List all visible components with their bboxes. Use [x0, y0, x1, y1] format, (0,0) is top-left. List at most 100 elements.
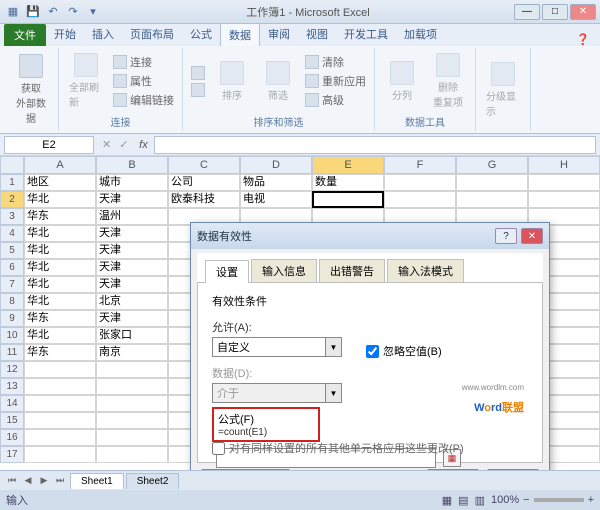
cell[interactable]: 数量: [312, 174, 384, 191]
save-icon[interactable]: 💾: [24, 3, 42, 21]
ignore-blank-checkbox[interactable]: 忽略空值(B): [366, 343, 442, 359]
menu-tab-0[interactable]: 开始: [46, 23, 84, 46]
get-external-data-button[interactable]: 获取 外部数据: [10, 52, 52, 127]
row-header[interactable]: 8: [0, 293, 24, 310]
remove-duplicates-button[interactable]: 删除 重复项: [427, 51, 469, 111]
cell[interactable]: 地区: [24, 174, 96, 191]
cell[interactable]: [528, 191, 600, 208]
column-header[interactable]: F: [384, 156, 456, 174]
advanced-button[interactable]: 高级: [303, 91, 368, 109]
cell[interactable]: 欧泰科技: [168, 191, 240, 208]
row-header[interactable]: 3: [0, 208, 24, 225]
filter-button[interactable]: 筛选: [257, 59, 299, 104]
menu-tab-8[interactable]: 加载项: [396, 23, 445, 46]
row-header[interactable]: 17: [0, 446, 24, 463]
sort-az-button[interactable]: [189, 65, 207, 81]
qat-dropdown-icon[interactable]: ▾: [84, 3, 102, 21]
row-header[interactable]: 11: [0, 344, 24, 361]
menu-tab-1[interactable]: 插入: [84, 23, 122, 46]
cell[interactable]: 华北: [24, 259, 96, 276]
cell[interactable]: 北京: [96, 293, 168, 310]
menu-tab-5[interactable]: 审阅: [260, 23, 298, 46]
cell[interactable]: 电视: [240, 191, 312, 208]
edit-links-button[interactable]: 编辑链接: [111, 91, 176, 109]
fx-cancel-icon[interactable]: ✕: [98, 138, 115, 151]
menu-tab-6[interactable]: 视图: [298, 23, 336, 46]
cell[interactable]: [96, 395, 168, 412]
text-to-columns-button[interactable]: 分列: [381, 59, 423, 104]
row-header[interactable]: 6: [0, 259, 24, 276]
cell[interactable]: 华北: [24, 225, 96, 242]
cell[interactable]: [312, 191, 384, 208]
cell[interactable]: 温州: [96, 208, 168, 225]
sort-button[interactable]: 排序: [211, 59, 253, 104]
fx-confirm-icon[interactable]: ✓: [115, 138, 132, 151]
properties-button[interactable]: 属性: [111, 72, 176, 90]
cell[interactable]: 华北: [24, 276, 96, 293]
row-header[interactable]: 12: [0, 361, 24, 378]
cell[interactable]: [24, 412, 96, 429]
redo-icon[interactable]: ↷: [64, 3, 82, 21]
view-layout-icon[interactable]: ▤: [458, 494, 468, 507]
row-header[interactable]: 2: [0, 191, 24, 208]
cell[interactable]: [456, 191, 528, 208]
cell[interactable]: 天津: [96, 242, 168, 259]
cell[interactable]: [96, 429, 168, 446]
cell[interactable]: 华北: [24, 293, 96, 310]
cell[interactable]: 天津: [96, 276, 168, 293]
dialog-help-button[interactable]: ?: [495, 228, 517, 244]
refresh-all-button[interactable]: 全部刷新: [65, 51, 107, 111]
zoom-slider[interactable]: [534, 498, 584, 502]
view-pagebreak-icon[interactable]: ▥: [475, 494, 485, 507]
cell[interactable]: 公司: [168, 174, 240, 191]
row-header[interactable]: 4: [0, 225, 24, 242]
cell[interactable]: 南京: [96, 344, 168, 361]
reapply-button[interactable]: 重新应用: [303, 72, 368, 90]
zoom-out-icon[interactable]: −: [523, 494, 529, 506]
column-header[interactable]: D: [240, 156, 312, 174]
apply-to-all-checkbox[interactable]: 对有同样设置的所有其他单元格应用这些更改(P): [212, 440, 464, 456]
ignore-blank-check[interactable]: [366, 345, 379, 358]
cell[interactable]: [24, 361, 96, 378]
view-normal-icon[interactable]: ▦: [442, 494, 452, 507]
cell[interactable]: 城市: [96, 174, 168, 191]
column-header[interactable]: H: [528, 156, 600, 174]
dialog-title-bar[interactable]: 数据有效性 ? ✕: [191, 223, 549, 249]
dialog-tab-1[interactable]: 输入信息: [251, 259, 317, 282]
cell[interactable]: 天津: [96, 191, 168, 208]
zoom-control[interactable]: 100% − +: [491, 494, 594, 506]
cell[interactable]: 华北: [24, 191, 96, 208]
cell[interactable]: [96, 446, 168, 463]
row-header[interactable]: 5: [0, 242, 24, 259]
row-header[interactable]: 14: [0, 395, 24, 412]
help-icon[interactable]: ❓: [570, 33, 596, 46]
chevron-down-icon[interactable]: ▼: [325, 338, 341, 356]
dialog-tab-2[interactable]: 出错警告: [319, 259, 385, 282]
column-header[interactable]: A: [24, 156, 96, 174]
maximize-button[interactable]: □: [542, 4, 568, 20]
cell[interactable]: [24, 429, 96, 446]
name-box[interactable]: [4, 136, 94, 154]
cell[interactable]: 张家口: [96, 327, 168, 344]
cell[interactable]: 华东: [24, 310, 96, 327]
cell[interactable]: [96, 378, 168, 395]
sheet-nav-last-icon[interactable]: ⏭: [52, 473, 68, 489]
dialog-close-button[interactable]: ✕: [521, 228, 543, 244]
cell[interactable]: [24, 395, 96, 412]
sheet-nav-prev-icon[interactable]: ◀: [20, 473, 36, 489]
menu-tab-3[interactable]: 公式: [182, 23, 220, 46]
cell[interactable]: [24, 446, 96, 463]
cell[interactable]: 华北: [24, 327, 96, 344]
cell[interactable]: 天津: [96, 310, 168, 327]
row-header[interactable]: 13: [0, 378, 24, 395]
outline-button[interactable]: 分级显示: [482, 60, 524, 120]
cell[interactable]: 华北: [24, 242, 96, 259]
row-header[interactable]: 15: [0, 412, 24, 429]
cell[interactable]: [96, 412, 168, 429]
sheet-tab[interactable]: Sheet1: [70, 473, 124, 489]
column-header[interactable]: E: [312, 156, 384, 174]
column-header[interactable]: C: [168, 156, 240, 174]
allow-input[interactable]: [212, 337, 342, 357]
column-header[interactable]: G: [456, 156, 528, 174]
menu-tab-4[interactable]: 数据: [220, 23, 260, 46]
